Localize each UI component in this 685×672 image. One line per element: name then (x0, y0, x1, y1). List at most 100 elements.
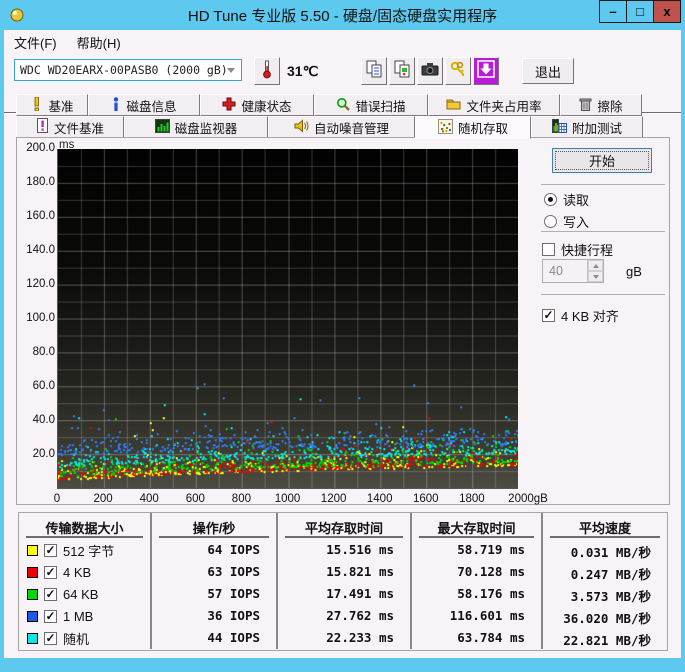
x-tick-label: 1800 (459, 493, 485, 505)
align-4kb-checkbox[interactable]: 4 KB 对齐 (542, 306, 619, 325)
spinner-up-button[interactable] (588, 260, 603, 271)
iops-value: 36 IOPS (152, 605, 278, 627)
health-icon (222, 97, 236, 114)
y-tick-label: 200.0 (26, 142, 55, 154)
tab-磁盘信息[interactable]: 磁盘信息 (88, 94, 200, 116)
app-window: HD Tune 专业版 5.50 - 硬盘/固态硬盘实用程序 – □ x 文件(… (0, 0, 685, 672)
avg-access-time: 27.762 ms (278, 605, 412, 627)
series-checkbox[interactable] (44, 565, 57, 579)
avg-access-time: 15.821 ms (278, 561, 412, 583)
avg-speed: 0.031 MB/秒 (570, 545, 651, 560)
temperature-button[interactable] (254, 57, 280, 85)
registration-button[interactable] (445, 57, 471, 85)
table-header-3: 平均存取时间 (278, 513, 412, 539)
tab-擦除[interactable]: 擦除 (560, 94, 642, 116)
max-access-time: 58.176 ms (412, 583, 543, 605)
tab-自动噪音管理[interactable]: 自动噪音管理 (268, 116, 415, 138)
panel-separator (541, 294, 665, 295)
table-row-随机: 随机 (19, 627, 152, 649)
table-row-64 KB: 64 KB (19, 583, 152, 605)
series-color-swatch (27, 632, 38, 644)
avg-speed: 36.020 MB/秒 (563, 611, 651, 626)
tab-文件夹占用率[interactable]: 文件夹占用率 (428, 94, 560, 116)
copy-text-button[interactable] (361, 57, 387, 85)
tab-row-1: 基准 磁盘信息 健康状态 错误扫描 文件夹占用率 擦除 (16, 94, 642, 116)
tab-label: 磁盘监视器 (174, 121, 238, 136)
window-title: HD Tune 专业版 5.50 - 硬盘/固态硬盘实用程序 (187, 8, 498, 25)
y-tick-label: 20.0 (32, 448, 55, 460)
tab-附加测试[interactable]: 附加测试 (531, 116, 643, 138)
series-label: 1 MB (63, 608, 94, 624)
avg-access-time: 15.516 ms (278, 539, 412, 561)
tab-随机存取[interactable]: 随机存取 (415, 116, 531, 139)
tab-label: 基准 (48, 99, 74, 114)
copy-image-icon (393, 60, 411, 83)
series-checkbox[interactable] (44, 587, 57, 601)
capacity-spinner[interactable]: 40 (542, 259, 604, 283)
max-access-time: 58.719 ms (412, 539, 543, 561)
checkbox-checked-icon (542, 309, 555, 322)
series-color-swatch (27, 566, 38, 578)
table-header-4: 最大存取时间 (412, 513, 543, 539)
access-time-scatter-plot (57, 149, 518, 489)
tab-label: 自动噪音管理 (313, 121, 389, 136)
max-access-time: 116.601 ms (412, 605, 543, 627)
exit-button-label: 退出 (534, 64, 561, 80)
series-color-swatch (27, 610, 38, 622)
max-access-time: 63.784 ms (412, 627, 543, 649)
write-radio[interactable]: 写入 (544, 212, 589, 231)
y-tick-label: 100.0 (26, 312, 55, 324)
table-header-5: 平均速度 (543, 513, 667, 539)
copy-text-icon (365, 60, 383, 83)
y-tick-label: 140.0 (26, 244, 55, 256)
series-label: 512 字节 (63, 543, 115, 559)
maximize-button[interactable]: □ (626, 0, 654, 23)
copy-image-button[interactable] (389, 57, 415, 85)
exit-button[interactable]: 退出 (522, 58, 574, 84)
update-button[interactable] (473, 57, 499, 85)
menu-file[interactable]: 文件(F) (4, 30, 67, 52)
tab-健康状态[interactable]: 健康状态 (200, 94, 314, 116)
series-checkbox[interactable] (44, 631, 57, 645)
tab-label: 擦除 (597, 99, 623, 114)
spinner-down-button[interactable] (588, 271, 603, 282)
results-table: 传输数据大小操作/秒平均存取时间最大存取时间平均速度512 字节64 IOPS1… (18, 512, 668, 651)
tab-错误扫描[interactable]: 错误扫描 (314, 94, 428, 116)
tab-文件基准[interactable]: 文件基准 (16, 116, 124, 138)
avg-speed: 0.247 MB/秒 (570, 567, 651, 582)
x-tick-label: 600 (185, 493, 205, 505)
noise-icon (294, 118, 309, 136)
tab-磁盘监视器[interactable]: 磁盘监视器 (124, 116, 268, 138)
series-checkbox[interactable] (44, 609, 57, 623)
x-tick-label: 1000 (274, 493, 301, 505)
x-tick-label: 1400 (366, 493, 393, 505)
erase-icon (579, 97, 592, 114)
close-button[interactable]: x (653, 0, 681, 23)
menu-bar: 文件(F) 帮助(H) (4, 30, 681, 52)
scan-icon (336, 97, 351, 114)
tab-基准[interactable]: 基准 (16, 94, 88, 116)
series-checkbox[interactable] (44, 543, 57, 557)
y-tick-label: 160.0 (26, 210, 55, 222)
drive-select[interactable]: WDC WD20EARX-00PASB0 (2000 gB) (14, 59, 242, 81)
tab-label: 错误扫描 (355, 99, 406, 114)
iops-value: 57 IOPS (152, 583, 278, 605)
screenshot-button[interactable] (417, 57, 443, 85)
folder-icon (446, 97, 461, 113)
tab-label: 健康状态 (241, 99, 292, 114)
y-tick-label: 120.0 (26, 278, 55, 290)
read-radio[interactable]: 读取 (544, 190, 589, 209)
keys-icon (449, 60, 467, 83)
series-label: 4 KB (63, 564, 92, 580)
menu-help[interactable]: 帮助(H) (67, 30, 131, 52)
short-stroke-checkbox[interactable]: 快捷行程 (542, 240, 613, 259)
start-button[interactable]: 开始 (552, 148, 652, 173)
x-tick-label: 200 (93, 493, 113, 505)
tab-label: 磁盘信息 (126, 99, 177, 114)
random-access-icon (437, 118, 453, 137)
series-color-swatch (27, 544, 38, 556)
random-access-page: ms 200.0 180.0 160.0 140.0 120.0 100.0 80.0 60.… (16, 137, 670, 505)
read-radio-label: 读取 (563, 193, 590, 208)
y-tick-label: 60.0 (32, 380, 55, 392)
minimize-button[interactable]: – (599, 0, 627, 23)
